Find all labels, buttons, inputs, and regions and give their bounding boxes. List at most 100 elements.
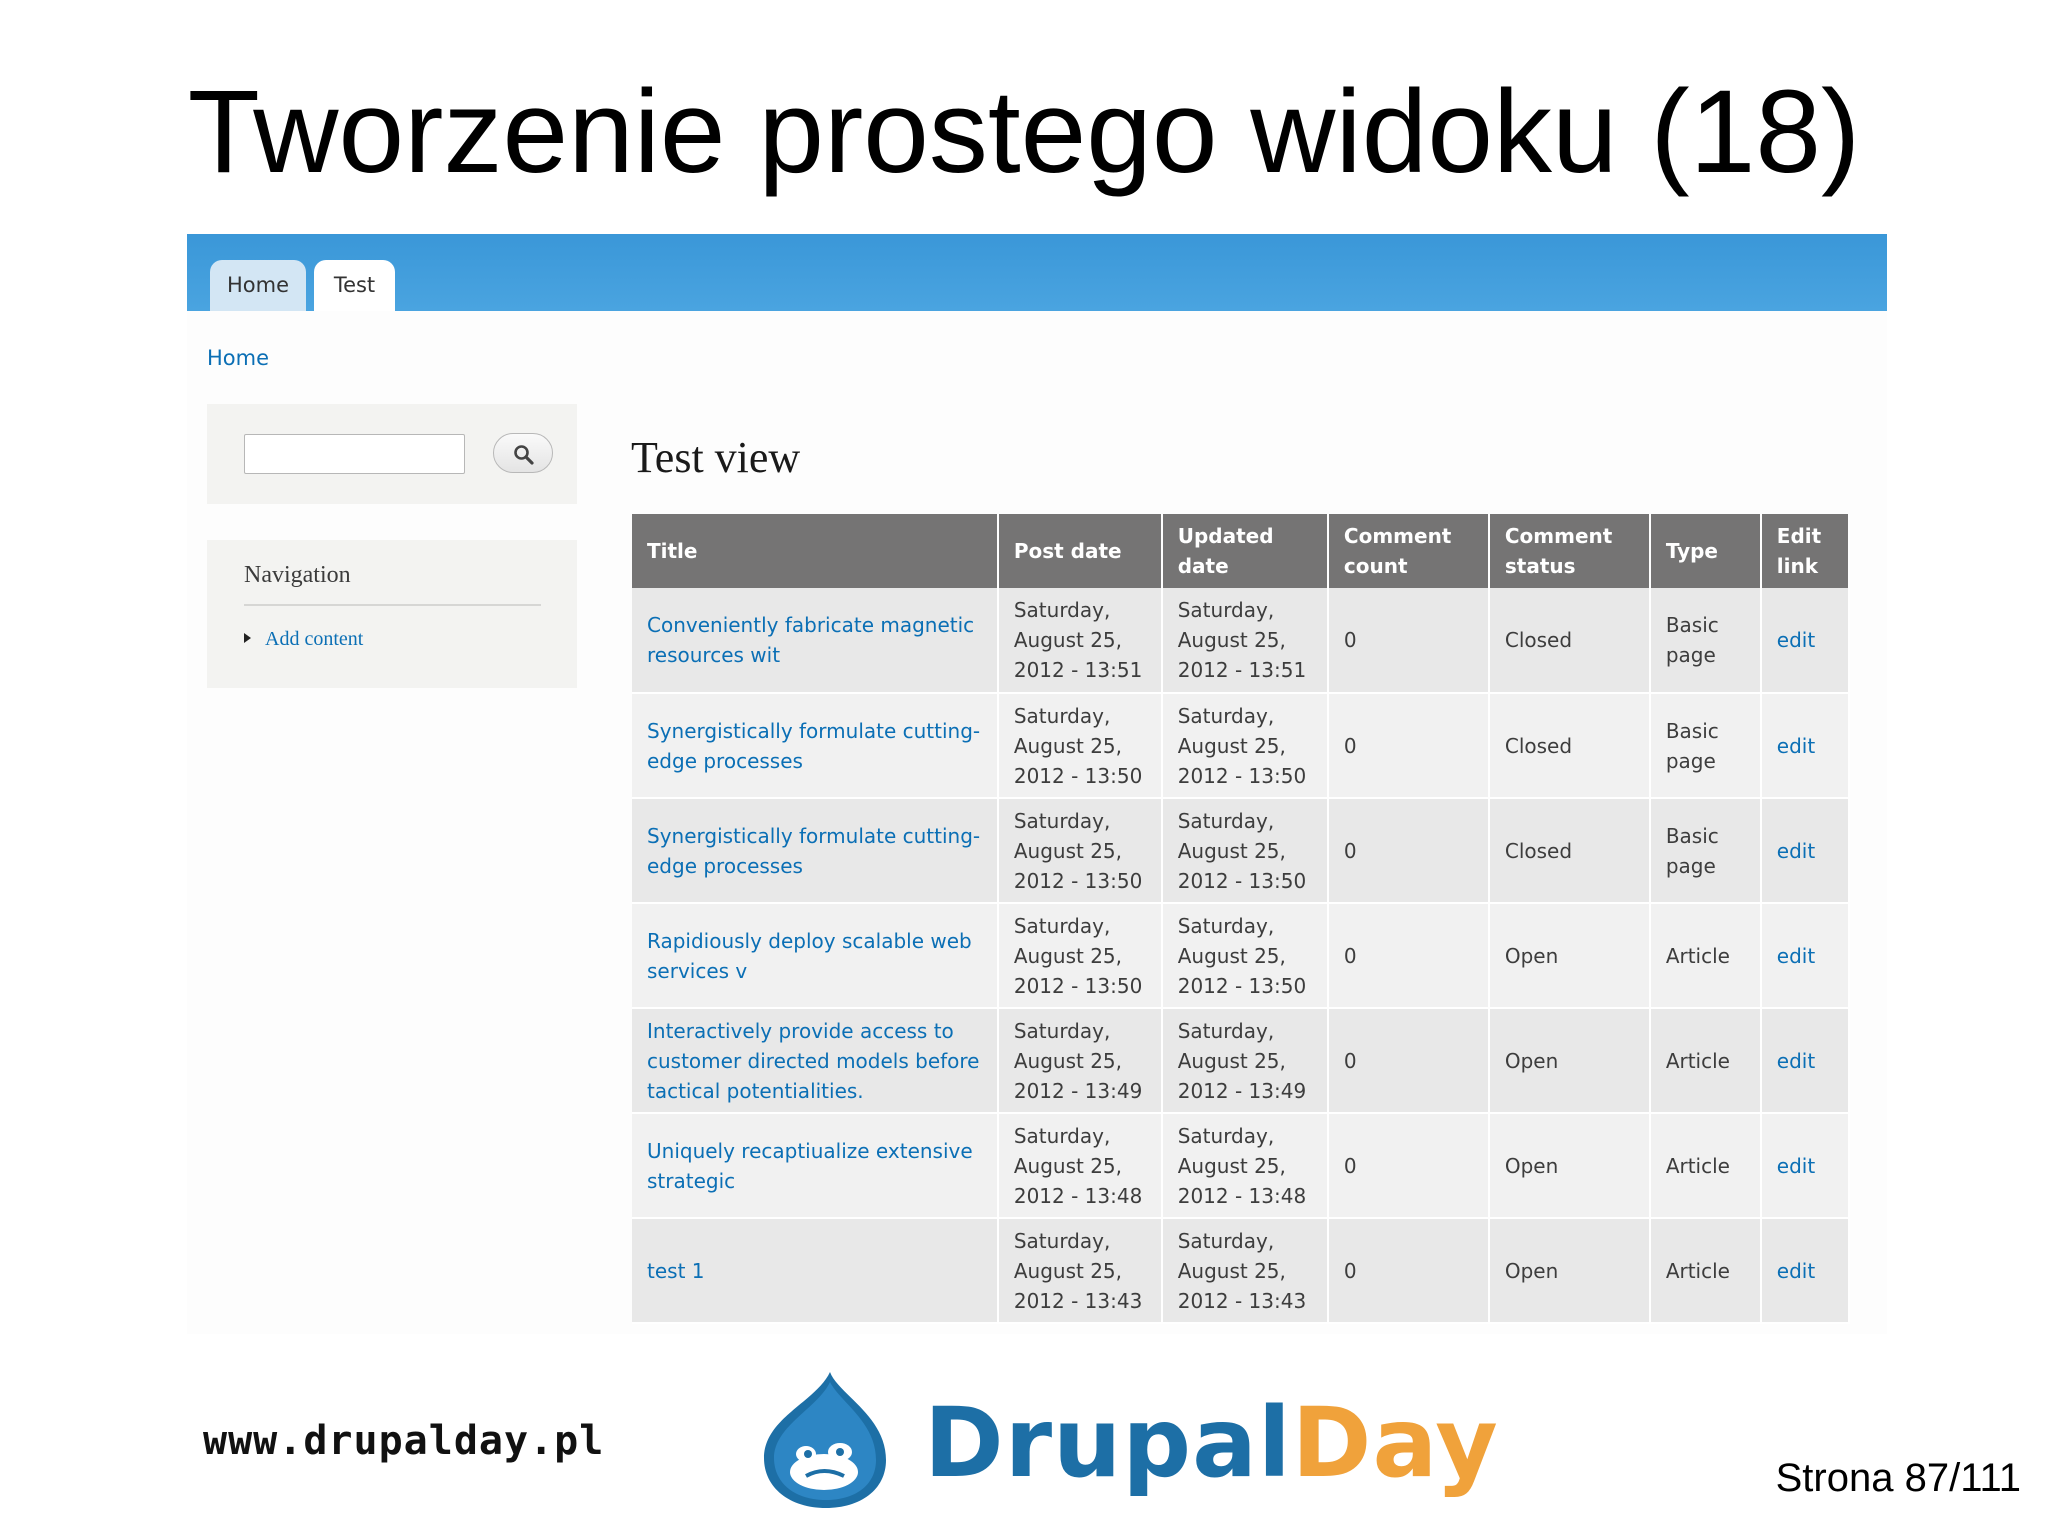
header-comment-count[interactable]: Comment count [1327,514,1490,588]
navigation-block: Navigation Add content [207,540,577,688]
cell-title-link[interactable]: Rapidiously deploy scalable web services… [632,903,999,1009]
cell-comment-count: 0 [1327,588,1490,694]
cell-edit-link[interactable]: edit [1760,1218,1851,1324]
cell-title-link[interactable]: Uniquely recaptiualize extensive strateg… [632,1113,999,1219]
nav-item-add-content[interactable]: Add content [244,628,363,651]
cell-post-date: Saturday, August 25, 2012 - 13:50 [997,693,1163,799]
date-line: 2012 - 13:49 [1013,1078,1143,1103]
cell-updated-date: Saturday, August 25, 2012 - 13:50 [1161,903,1329,1009]
search-block [207,404,577,504]
cell-title-link[interactable]: test 1 [632,1218,999,1324]
date-line: August 25, [1013,1048,1122,1073]
cell-comment-status: Open [1488,1218,1651,1324]
cell-post-date: Saturday, August 25, 2012 - 13:49 [997,1008,1163,1114]
date-line: 2012 - 13:51 [1177,658,1307,682]
tab-test[interactable]: Test [314,260,395,311]
date-line: August 25, [1013,1258,1122,1283]
cell-updated-date: Saturday, August 25, 2012 - 13:48 [1161,1113,1329,1219]
cell-edit-link[interactable]: edit [1760,588,1851,694]
cell-updated-date: Saturday, August 25, 2012 - 13:50 [1161,798,1329,904]
date-line: August 25, [1013,943,1122,968]
cell-type: Basic page [1649,693,1762,799]
date-line: Saturday, [1177,1018,1275,1043]
cell-updated-date: Saturday, August 25, 2012 - 13:51 [1161,588,1329,694]
tab-home[interactable]: Home [210,260,306,311]
cell-comment-count: 0 [1327,1113,1490,1219]
cell-post-date: Saturday, August 25, 2012 - 13:51 [997,588,1163,694]
cell-comment-status: Open [1488,1113,1651,1219]
date-line: 2012 - 13:43 [1013,1288,1143,1313]
cell-comment-count: 0 [1327,798,1490,904]
cell-title-link[interactable]: Interactively provide access to customer… [632,1008,999,1114]
date-line: 2012 - 13:50 [1177,973,1307,998]
cell-updated-date: Saturday, August 25, 2012 - 13:43 [1161,1218,1329,1324]
cell-edit-link[interactable]: edit [1760,903,1851,1009]
date-line: Saturday, [1013,1123,1111,1148]
date-line: 2012 - 13:50 [1177,868,1307,893]
table-row: Rapidiously deploy scalable web services… [632,903,1851,1009]
header-type[interactable]: Type [1649,514,1762,588]
navigation-divider [244,604,541,606]
cell-comment-status: Open [1488,1008,1651,1114]
date-line: August 25, [1013,733,1122,758]
drupal-site-screenshot: Home Test Home Navigation Add content Te… [187,234,1887,1334]
cell-title-link[interactable]: Synergistically formulate cutting-edge p… [632,798,999,904]
date-line: Saturday, [1177,703,1275,728]
date-line: Saturday, [1013,808,1111,833]
cell-title-link[interactable]: Synergistically formulate cutting-edge p… [632,693,999,799]
search-input[interactable] [244,434,465,474]
table-row: Uniquely recaptiualize extensive strateg… [632,1113,1851,1219]
date-line: August 25, [1013,628,1122,652]
cell-type: Article [1649,903,1762,1009]
view-title: Test view [631,433,801,482]
date-line: Saturday, [1177,913,1275,938]
date-line: Saturday, [1013,598,1111,622]
date-line: Saturday, [1177,598,1275,622]
breadcrumb-home[interactable]: Home [207,346,269,370]
header-post-date[interactable]: Post date [997,514,1163,588]
date-line: August 25, [1177,628,1286,652]
date-line: Saturday, [1013,1018,1111,1043]
date-line: 2012 - 13:43 [1177,1288,1307,1313]
search-button[interactable] [493,433,553,473]
date-line: August 25, [1177,733,1286,758]
cell-comment-status: Open [1488,903,1651,1009]
cell-edit-link[interactable]: edit [1760,693,1851,799]
cell-edit-link[interactable]: edit [1760,1008,1851,1114]
date-line: 2012 - 13:51 [1013,658,1143,682]
date-line: Saturday, [1177,1123,1275,1148]
cell-edit-link[interactable]: edit [1760,1113,1851,1219]
cell-post-date: Saturday, August 25, 2012 - 13:48 [997,1113,1163,1219]
date-line: August 25, [1177,1258,1286,1283]
cell-type: Article [1649,1113,1762,1219]
main-menu-bar: Home Test [187,234,1887,311]
footer-url: www.drupalday.pl [203,1418,605,1464]
cell-post-date: Saturday, August 25, 2012 - 13:50 [997,798,1163,904]
cell-type: Basic page [1649,798,1762,904]
date-line: 2012 - 13:50 [1177,763,1307,788]
table-row: test 1 Saturday, August 25, 2012 - 13:43 Sat… [632,1218,1851,1324]
table-row: Synergistically formulate cutting-edge p… [632,693,1851,799]
page-number: Strona 87/111 [1775,1456,2021,1500]
bullet-arrow-icon [244,633,251,643]
nav-item-label: Add content [265,628,364,650]
date-line: August 25, [1013,838,1122,863]
cell-type: Basic page [1649,588,1762,694]
cell-updated-date: Saturday, August 25, 2012 - 13:50 [1161,693,1329,799]
cell-comment-status: Closed [1488,798,1651,904]
date-line: 2012 - 13:50 [1013,973,1143,998]
date-line: August 25, [1177,1153,1286,1178]
date-line: Saturday, [1013,1228,1111,1253]
header-edit-link[interactable]: Edit link [1760,514,1851,588]
cell-post-date: Saturday, August 25, 2012 - 13:50 [997,903,1163,1009]
logo-text-day: Day [1291,1387,1499,1499]
cell-edit-link[interactable]: edit [1760,798,1851,904]
header-title[interactable]: Title [632,514,999,588]
cell-title-link[interactable]: Conveniently fabricate magnetic resource… [632,588,999,694]
logo-text-drupal: Drupal [924,1387,1292,1499]
drupal-drop-logo-icon [764,1372,886,1508]
date-line: Saturday, [1013,703,1111,728]
header-comment-status[interactable]: Comment status [1488,514,1651,588]
date-line: 2012 - 13:50 [1013,763,1143,788]
header-updated-date[interactable]: Updated date [1161,514,1329,588]
